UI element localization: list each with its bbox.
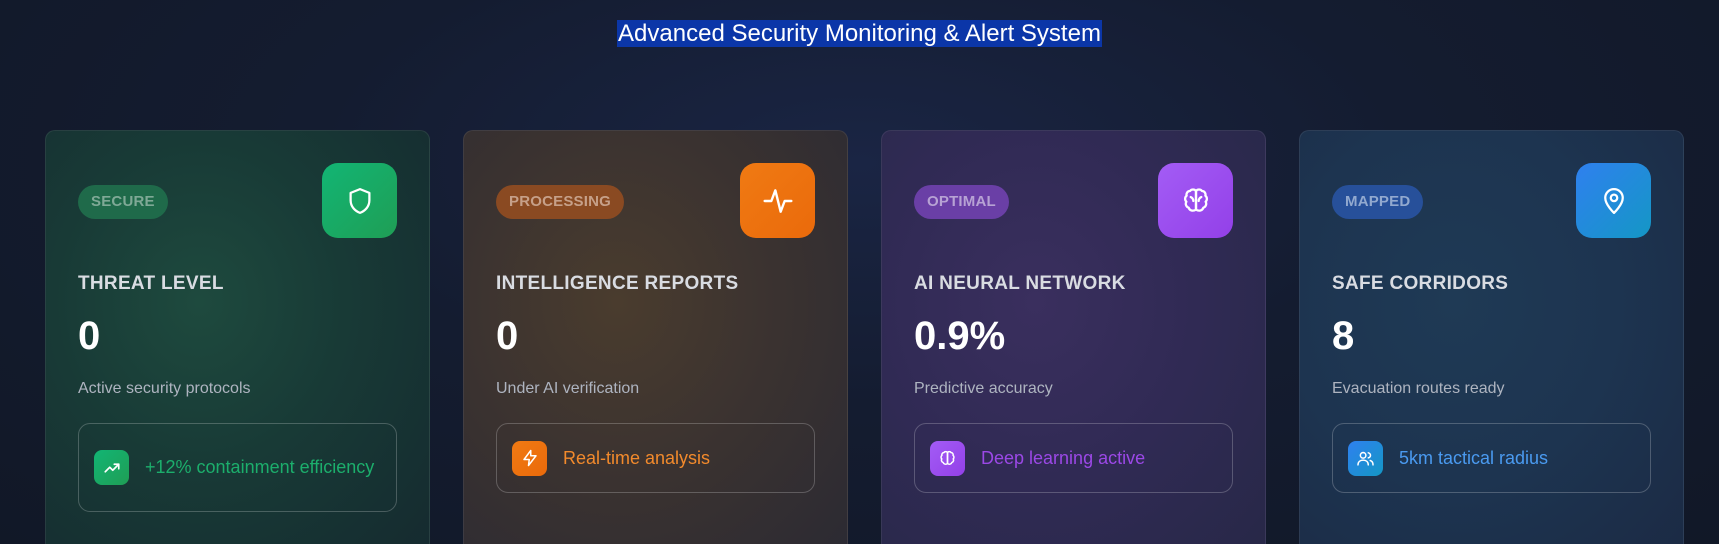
card-title: AI NEURAL NETWORK: [914, 273, 1126, 294]
stat-cards: SECURE THREAT LEVEL 0 Active security pr…: [45, 130, 1684, 544]
card-value: 0: [78, 314, 101, 358]
map-pin-icon: [1576, 163, 1651, 238]
lightning-bolt-icon: [512, 440, 547, 476]
card-value: 0: [496, 314, 519, 358]
card-description: Evacuation routes ready: [1332, 380, 1505, 397]
shield-icon: [322, 163, 397, 238]
page-title-text: Advanced Security Monitoring & Alert Sys…: [617, 20, 1102, 47]
feature-text: +12% containment efficiency: [145, 457, 375, 477]
users-icon: [1348, 440, 1383, 476]
card-description: Under AI verification: [496, 380, 640, 397]
card-value: 8: [1332, 314, 1355, 358]
card-intelligence-reports: PROCESSING INTELLIGENCE REPORTS 0 Under …: [463, 130, 848, 544]
status-badge: PROCESSING: [496, 185, 625, 219]
card-description: Predictive accuracy: [914, 380, 1053, 397]
status-badge: MAPPED: [1332, 185, 1424, 219]
feature-box: Deep learning active: [914, 423, 1233, 493]
brain-icon: [1158, 163, 1233, 238]
feature-text: Real-time analysis: [563, 447, 711, 468]
feature-text: Deep learning active: [981, 447, 1146, 468]
card-title: INTELLIGENCE REPORTS: [496, 273, 739, 294]
card-threat-level: SECURE THREAT LEVEL 0 Active security pr…: [45, 130, 430, 544]
trending-up-icon: [94, 450, 129, 485]
page-title: Advanced Security Monitoring & Alert Sys…: [0, 17, 1719, 51]
card-safe-corridors: MAPPED SAFE CORRIDORS 8 Evacuation route…: [1299, 130, 1684, 544]
brain-icon: [930, 440, 965, 476]
card-ai-neural-network: OPTIMAL AI NEURAL NETWORK 0.9% Predictiv…: [881, 130, 1266, 544]
feature-box: +12% containment efficiency: [78, 423, 397, 512]
card-title: SAFE CORRIDORS: [1332, 273, 1509, 294]
feature-text: 5km tactical radius: [1399, 447, 1549, 468]
feature-box: 5km tactical radius: [1332, 423, 1651, 493]
card-value: 0.9%: [914, 314, 1006, 358]
activity-pulse-icon: [740, 163, 815, 238]
card-title: THREAT LEVEL: [78, 273, 224, 294]
feature-box: Real-time analysis: [496, 423, 815, 493]
status-badge: OPTIMAL: [914, 185, 1009, 219]
status-badge: SECURE: [78, 185, 168, 219]
card-description: Active security protocols: [78, 380, 251, 397]
